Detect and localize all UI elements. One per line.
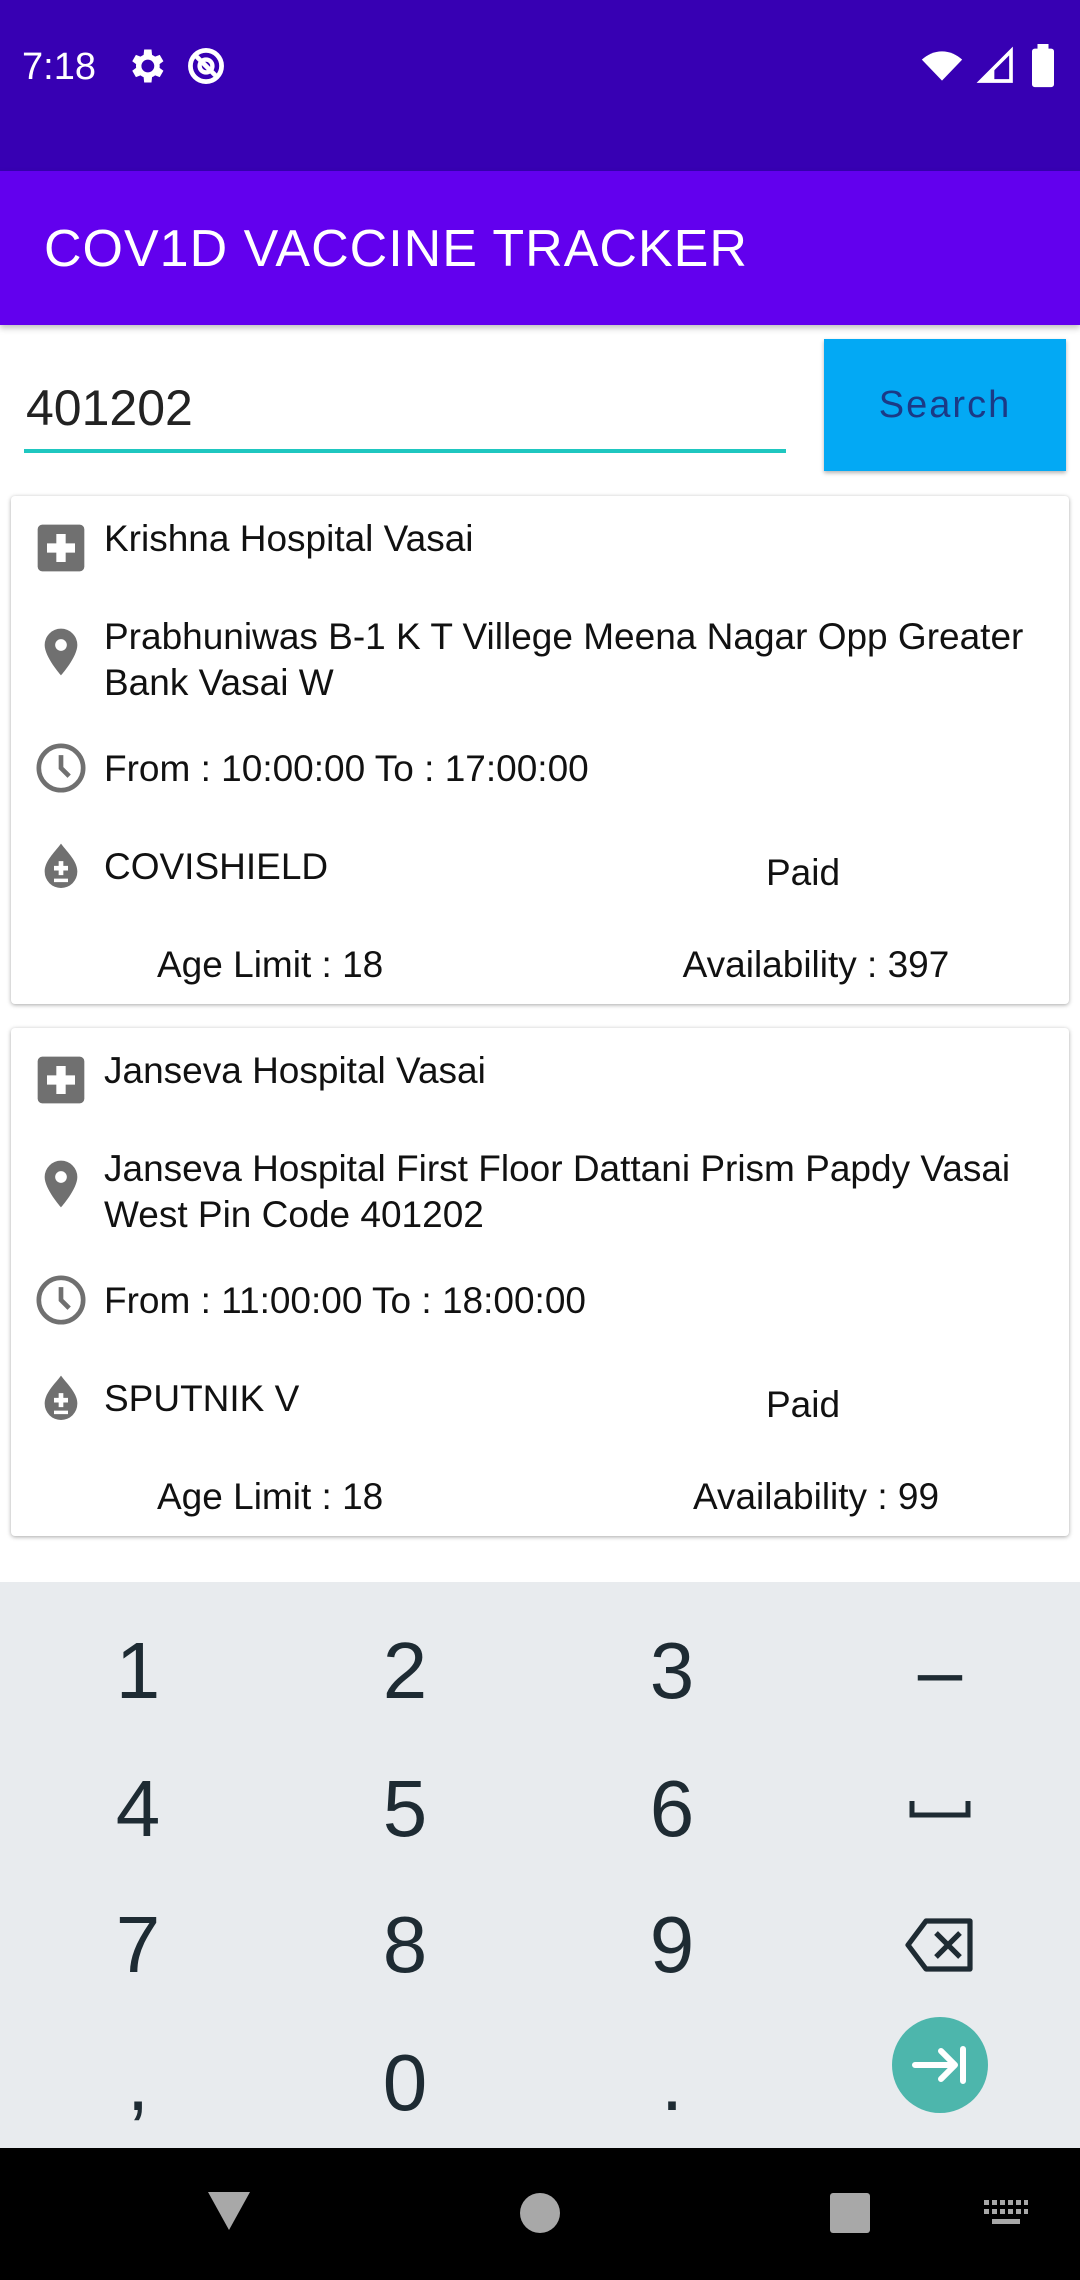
location-pin-icon	[44, 1160, 78, 1208]
key-5[interactable]: 5	[285, 1744, 525, 1874]
key-9[interactable]: 9	[552, 1880, 792, 2010]
navigation-bar	[0, 2148, 1080, 2280]
center-timing: From : 11:00:00 To : 18:00:00	[104, 1280, 586, 1321]
keyboard-icon[interactable]	[984, 2200, 1028, 2226]
key-3[interactable]: 3	[552, 1606, 792, 1736]
cell-signal-icon	[976, 46, 1013, 83]
key-7[interactable]: 7	[18, 1880, 258, 2010]
app-title: COV1D VACCINE TRACKER	[44, 220, 748, 278]
center-name: Janseva Hospital Vasai	[104, 1050, 486, 1091]
search-button[interactable]: Search	[824, 339, 1066, 471]
vaccine-drop-icon	[44, 1375, 78, 1420]
key-period[interactable]: .	[552, 2018, 792, 2148]
status-time: 7:18	[22, 46, 96, 88]
home-circle-icon[interactable]	[519, 2192, 561, 2234]
center-name: Krishna Hospital Vasai	[104, 518, 474, 559]
hospital-plus-icon	[37, 1056, 85, 1104]
center-card[interactable]: Janseva Hospital Vasai Janseva Hospital …	[11, 1028, 1069, 1536]
wifi-icon	[921, 51, 963, 81]
center-card[interactable]: Krishna Hospital Vasai Prabhuniwas B-1 K…	[11, 496, 1069, 1004]
key-dash[interactable]: –	[820, 1606, 1060, 1736]
status-right-icons	[920, 44, 1058, 88]
clock-icon	[36, 743, 86, 793]
space-icon	[909, 1801, 971, 1818]
location-pin-icon	[44, 628, 78, 676]
age-limit: Age Limit : 18	[157, 944, 384, 985]
app-bar: COV1D VACCINE TRACKER	[0, 171, 1080, 325]
key-4[interactable]: 4	[18, 1744, 258, 1874]
vaccine-name: SPUTNIK V	[104, 1378, 300, 1419]
vaccine-name: COVISHIELD	[104, 846, 329, 887]
key-space[interactable]	[820, 1744, 1060, 1874]
key-comma[interactable]: ,	[18, 2018, 258, 2148]
fee-type: Paid	[766, 852, 841, 893]
recents-square-icon[interactable]	[829, 2192, 871, 2234]
key-1[interactable]: 1	[18, 1606, 258, 1736]
clock-icon	[36, 1275, 86, 1325]
key-next[interactable]	[820, 2000, 1060, 2130]
numeric-keyboard: 1 2 3 – 4 5 6 7 8 9 , 0 .	[0, 1582, 1080, 2148]
key-0[interactable]: 0	[285, 2018, 525, 2148]
settings-icon	[132, 49, 164, 83]
center-address: Janseva Hospital First Floor Dattani Pri…	[104, 1148, 1011, 1235]
key-2[interactable]: 2	[285, 1606, 525, 1736]
pincode-input[interactable]	[24, 358, 786, 453]
next-arrow-icon	[892, 2017, 988, 2113]
center-timing: From : 10:00:00 To : 17:00:00	[104, 748, 589, 789]
data-saver-icon	[188, 48, 224, 84]
hospital-plus-icon	[37, 524, 85, 572]
back-triangle-icon[interactable]	[206, 2190, 252, 2232]
availability: Availability : 397	[682, 944, 950, 985]
status-bar: 7:18	[0, 0, 1080, 171]
center-address: Prabhuniwas B-1 K T Villege Meena Nagar …	[104, 616, 1024, 703]
availability: Availability : 99	[692, 1476, 940, 1517]
key-backspace[interactable]	[820, 1880, 1060, 2010]
vaccine-drop-icon	[44, 843, 78, 888]
backspace-icon	[905, 1918, 973, 1972]
key-8[interactable]: 8	[285, 1880, 525, 2010]
key-6[interactable]: 6	[552, 1744, 792, 1874]
fee-type: Paid	[766, 1384, 841, 1425]
age-limit: Age Limit : 18	[157, 1476, 384, 1517]
battery-icon	[1032, 44, 1054, 88]
